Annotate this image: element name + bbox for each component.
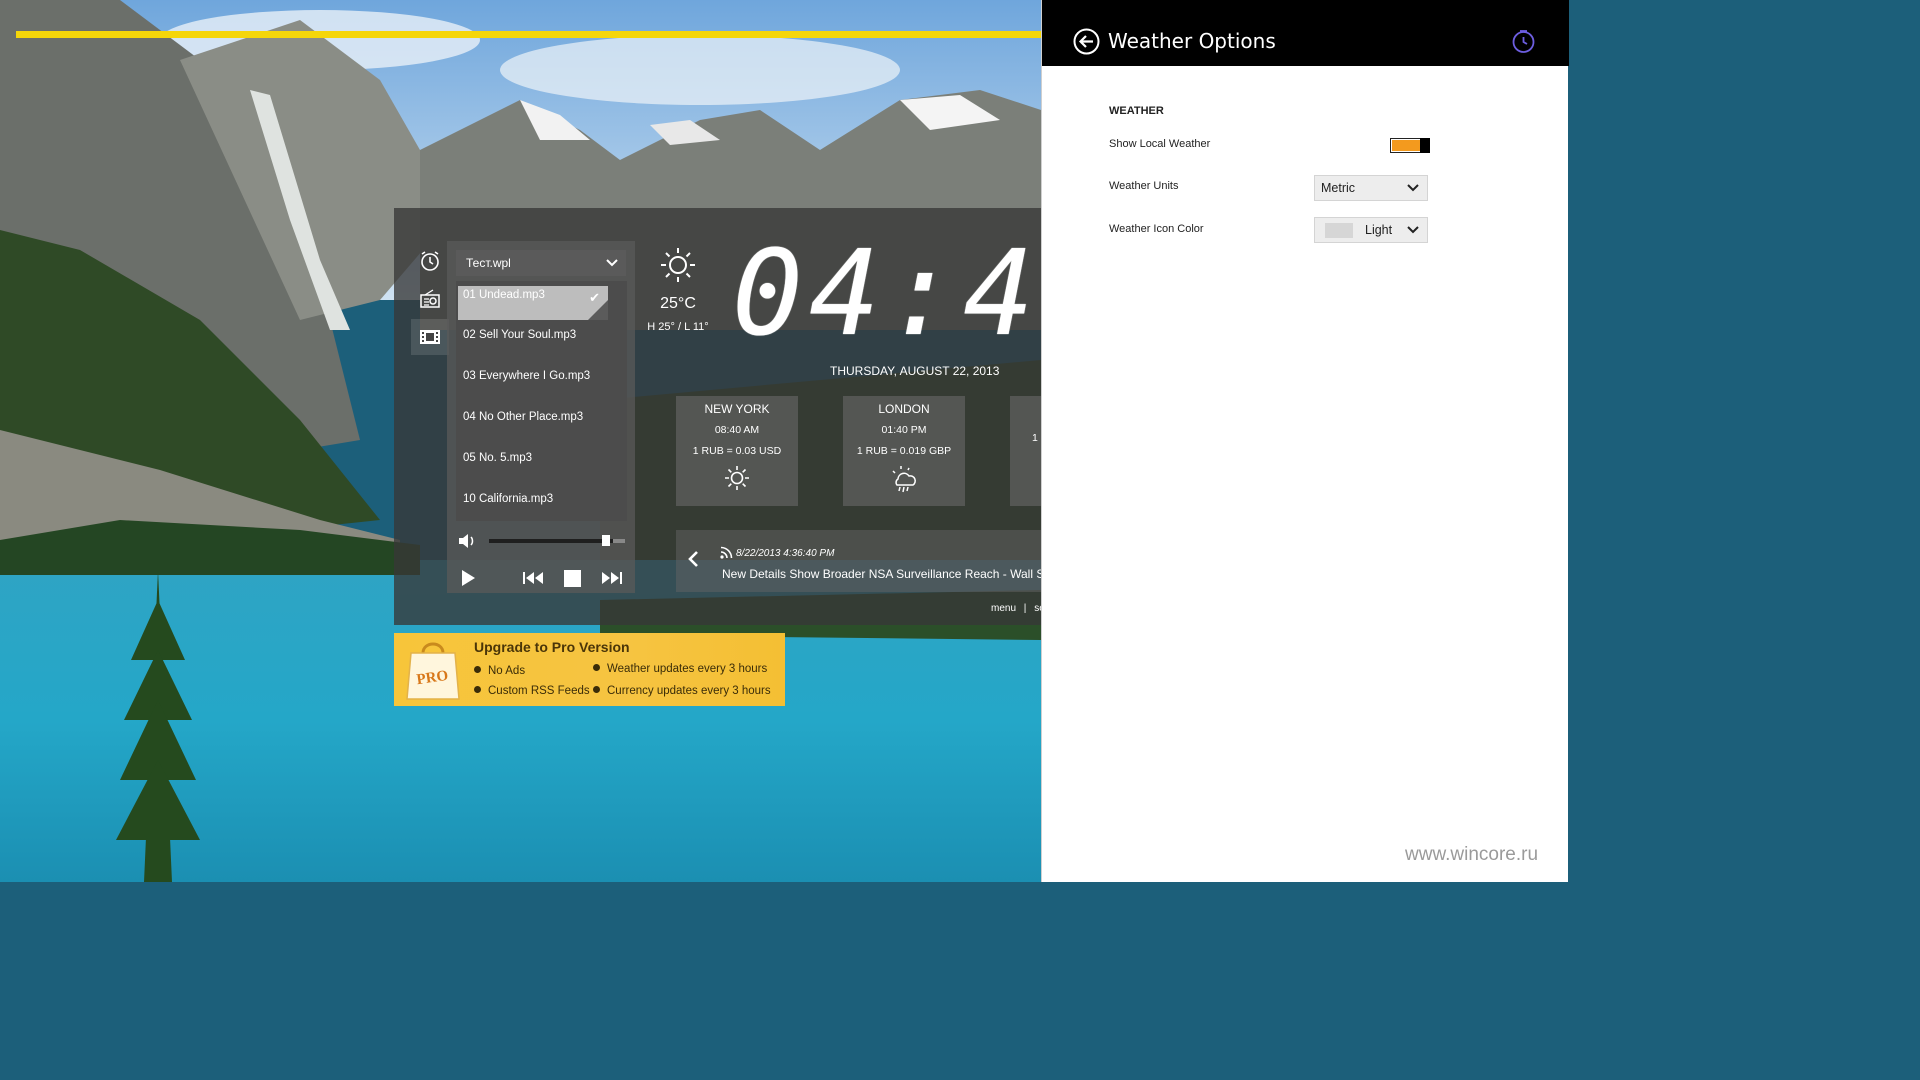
- currency-rate: 1 RUB = 0.03 USD: [692, 445, 782, 457]
- track-title: 01 Undead.mp3: [463, 289, 545, 301]
- back-arrow-icon: [1073, 28, 1100, 55]
- promo-feature: No Ads: [474, 665, 525, 677]
- next-icon: [602, 572, 622, 584]
- weather-icon-color-select[interactable]: Light: [1314, 217, 1428, 243]
- radio-icon[interactable]: [411, 281, 449, 317]
- promo-feature: Custom RSS Feeds: [474, 685, 590, 697]
- top-progress-strip: [16, 31, 1041, 38]
- clock-date-text: THURSDAY, AUGUST 22, 2013: [830, 364, 1000, 378]
- volume-control: [457, 533, 627, 549]
- weather-units-select[interactable]: Metric: [1314, 175, 1428, 201]
- stop-button[interactable]: [561, 566, 583, 590]
- link-separator: |: [1023, 603, 1027, 614]
- city-time: 01:40 PM: [881, 424, 927, 436]
- city-time: 08:40 AM: [714, 424, 760, 436]
- settings-flyout: Weather Options WEATHER Show Local Weath…: [1041, 0, 1569, 882]
- promo-feature: Weather updates every 3 hours: [593, 663, 767, 675]
- sun-icon: [661, 248, 695, 282]
- previous-button[interactable]: [521, 566, 545, 590]
- chevron-down-icon: [606, 259, 618, 267]
- currency-rate: 1 RUB = 0.019 GBP: [856, 445, 952, 457]
- city-card-london[interactable]: LONDON 01:40 PM 1 RUB = 0.019 GBP: [843, 396, 965, 506]
- promo-feature: Currency updates every 3 hours: [593, 685, 771, 697]
- volume-slider[interactable]: [489, 535, 625, 546]
- flyout-title: Weather Options: [1108, 29, 1276, 53]
- flyout-header: Weather Options: [1042, 0, 1569, 66]
- list-item[interactable]: 02 Sell Your Soul.mp3: [458, 318, 608, 352]
- weather-units-value: Metric: [1321, 181, 1356, 195]
- high-low-temperature: H 25° / L 11°: [647, 321, 709, 333]
- transport-controls: [447, 566, 635, 590]
- digital-clock: 04:40: [732, 224, 1041, 362]
- alarm-clock-icon[interactable]: [411, 243, 449, 279]
- track-title: 05 No. 5.mp3: [463, 452, 533, 464]
- color-swatch: [1325, 223, 1353, 238]
- current-temperature: 25°C: [660, 295, 696, 312]
- city-card-partial[interactable]: 1: [1010, 396, 1041, 506]
- media-player: Тест.wpl 01 Undead.mp3 ✔ 02 Sell Your So…: [447, 241, 635, 593]
- show-local-weather-label: Show Local Weather: [1109, 138, 1211, 150]
- widget-panel: Тест.wpl 01 Undead.mp3 ✔ 02 Sell Your So…: [394, 208, 1041, 625]
- rss-icon: [720, 546, 733, 564]
- speaker-icon[interactable]: [457, 533, 477, 549]
- promo-title: Upgrade to Pro Version: [474, 639, 630, 655]
- list-item[interactable]: 03 Everywhere I Go.mp3: [458, 359, 608, 393]
- film-strip-icon[interactable]: [411, 319, 449, 355]
- track-title: 04 No Other Place.mp3: [463, 411, 584, 423]
- weather-units-label: Weather Units: [1109, 180, 1179, 192]
- settings-link[interactable]: se: [1034, 603, 1041, 614]
- weather-icon-color-value: Light: [1365, 223, 1393, 237]
- playlist-name: Тест.wpl: [466, 256, 511, 270]
- volume-slider-thumb[interactable]: [602, 535, 610, 546]
- chevron-left-icon[interactable]: [686, 550, 700, 574]
- shopping-bag-icon: PRO: [405, 639, 461, 706]
- city-name: LONDON: [878, 402, 930, 416]
- show-local-weather-toggle[interactable]: [1390, 138, 1430, 153]
- track-list: 01 Undead.mp3 ✔ 02 Sell Your Soul.mp3 03…: [456, 281, 627, 521]
- track-title: 02 Sell Your Soul.mp3: [463, 329, 577, 341]
- previous-icon: [523, 572, 543, 584]
- currency-rate: 1: [1032, 432, 1038, 444]
- playlist-dropdown[interactable]: Тест.wpl: [456, 250, 626, 276]
- section-heading: WEATHER: [1109, 105, 1164, 117]
- chevron-down-icon: [1407, 184, 1419, 192]
- chevron-down-icon: [1407, 226, 1419, 234]
- list-item[interactable]: 01 Undead.mp3 ✔: [458, 286, 608, 320]
- upgrade-banner[interactable]: PRO Upgrade to Pro Version No Ads Custom…: [394, 633, 785, 706]
- clock-app-icon: [1511, 29, 1536, 59]
- city-name: NEW YORK: [704, 402, 770, 416]
- news-headline[interactable]: New Details Show Broader NSA Surveillanc…: [722, 567, 1041, 581]
- news-ticker[interactable]: 8/22/2013 4:36:40 PM New Details Show Br…: [676, 530, 1041, 592]
- city-card-new-york[interactable]: NEW YORK 08:40 AM 1 RUB = 0.03 USD: [676, 396, 798, 506]
- current-weather: 25°C H 25° / L 11°: [644, 246, 712, 333]
- sun-icon: [676, 465, 798, 491]
- news-timestamp: 8/22/2013 4:36:40 PM: [736, 548, 835, 559]
- play-button[interactable]: [457, 566, 479, 590]
- toggle-knob: [1420, 138, 1430, 153]
- stop-icon: [563, 569, 581, 587]
- list-item[interactable]: 05 No. 5.mp3: [458, 441, 608, 475]
- footer-links: menu | se: [991, 603, 1041, 614]
- weather-icon-color-label: Weather Icon Color: [1109, 223, 1204, 235]
- menu-link[interactable]: menu: [991, 603, 1016, 614]
- list-item[interactable]: 10 California.mp3: [458, 482, 608, 516]
- next-button[interactable]: [599, 566, 625, 590]
- rain-cloud-icon: [843, 465, 965, 495]
- list-item[interactable]: 04 No Other Place.mp3: [458, 400, 608, 434]
- track-title: 03 Everywhere I Go.mp3: [463, 370, 591, 382]
- track-title: 10 California.mp3: [463, 493, 554, 505]
- back-button[interactable]: [1073, 28, 1100, 55]
- watermark: www.wincore.ru: [1405, 844, 1539, 865]
- play-icon: [462, 570, 475, 586]
